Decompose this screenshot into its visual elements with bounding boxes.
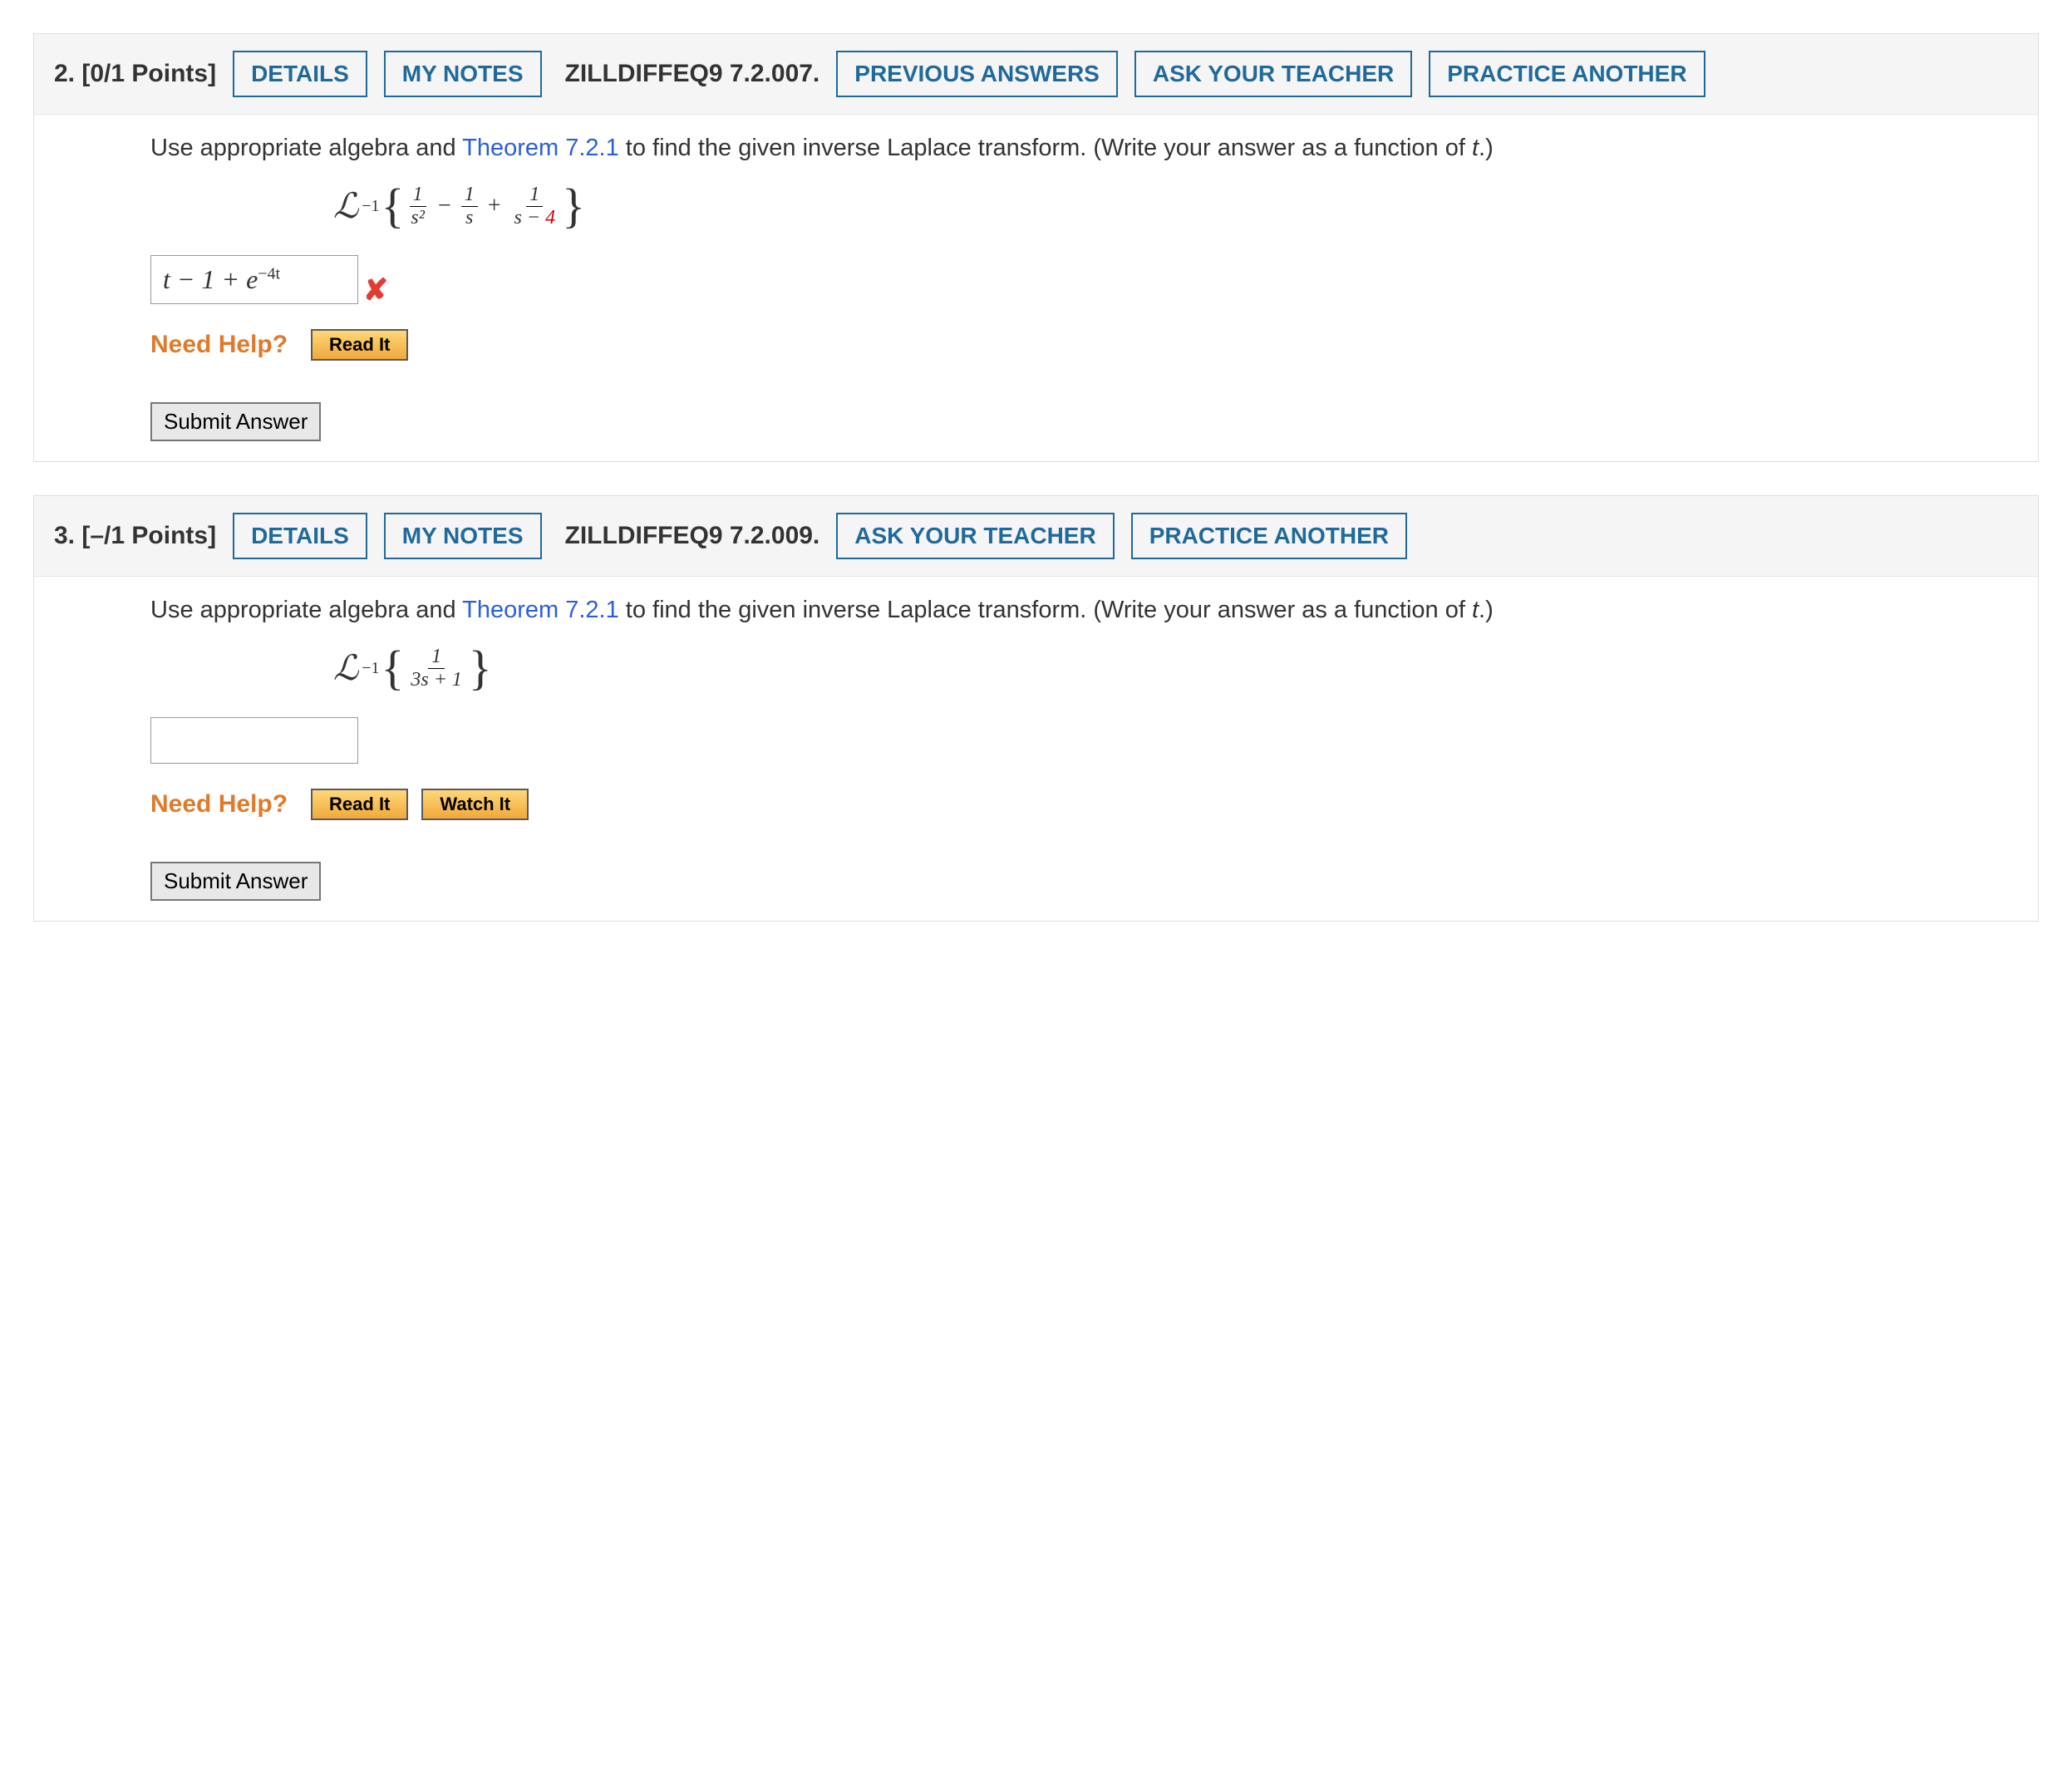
need-help-label: Need Help? — [150, 331, 288, 359]
practice-another-button[interactable]: PRACTICE ANOTHER — [1429, 51, 1705, 97]
answer-row — [150, 717, 2038, 764]
question-header: 2. [0/1 Points] DETAILS MY NOTES ZILLDIF… — [34, 34, 2038, 115]
previous-answers-button[interactable]: PREVIOUS ANSWERS — [836, 51, 1118, 97]
answer-input[interactable]: t − 1 + e−4t — [150, 255, 358, 304]
question-number-points: 2. [0/1 Points] — [54, 60, 216, 88]
question-header: 3. [–/1 Points] DETAILS MY NOTES ZILLDIF… — [34, 496, 2038, 577]
question-body: Use appropriate algebra and Theorem 7.2.… — [34, 115, 2038, 461]
question-prompt: Use appropriate algebra and Theorem 7.2.… — [150, 135, 2038, 162]
submit-answer-button[interactable]: Submit Answer — [150, 402, 321, 441]
help-row: Need Help? Read It Watch It — [150, 789, 2038, 820]
need-help-label: Need Help? — [150, 790, 288, 819]
ask-teacher-button[interactable]: ASK YOUR TEACHER — [836, 513, 1114, 559]
question-prompt: Use appropriate algebra and Theorem 7.2.… — [150, 597, 2038, 624]
details-button[interactable]: DETAILS — [233, 513, 367, 559]
math-expression: ℒ−1 { 13s + 1 } — [333, 644, 2038, 692]
practice-another-button[interactable]: PRACTICE ANOTHER — [1131, 513, 1407, 559]
math-expression: ℒ−1 { 1s² − 1s + 1s − 4 } — [333, 182, 2038, 230]
ask-teacher-button[interactable]: ASK YOUR TEACHER — [1134, 51, 1412, 97]
help-row: Need Help? Read It — [150, 329, 2038, 361]
question-reference: ZILLDIFFEQ9 7.2.009. — [565, 522, 820, 550]
incorrect-icon: ✘ — [363, 273, 388, 307]
answer-row: t − 1 + e−4t ✘ — [150, 255, 2038, 304]
details-button[interactable]: DETAILS — [233, 51, 367, 97]
submit-answer-button[interactable]: Submit Answer — [150, 862, 321, 901]
theorem-link[interactable]: Theorem 7.2.1 — [462, 597, 619, 623]
question-reference: ZILLDIFFEQ9 7.2.007. — [565, 60, 820, 88]
question-2: 2. [0/1 Points] DETAILS MY NOTES ZILLDIF… — [33, 33, 2039, 462]
my-notes-button[interactable]: MY NOTES — [384, 51, 542, 97]
question-3: 3. [–/1 Points] DETAILS MY NOTES ZILLDIF… — [33, 495, 2039, 922]
answer-input[interactable] — [150, 717, 358, 764]
read-it-button[interactable]: Read It — [311, 789, 408, 820]
question-number-points: 3. [–/1 Points] — [54, 522, 216, 550]
theorem-link[interactable]: Theorem 7.2.1 — [462, 135, 619, 161]
watch-it-button[interactable]: Watch It — [421, 789, 529, 820]
read-it-button[interactable]: Read It — [311, 329, 408, 361]
question-body: Use appropriate algebra and Theorem 7.2.… — [34, 577, 2038, 921]
my-notes-button[interactable]: MY NOTES — [384, 513, 542, 559]
